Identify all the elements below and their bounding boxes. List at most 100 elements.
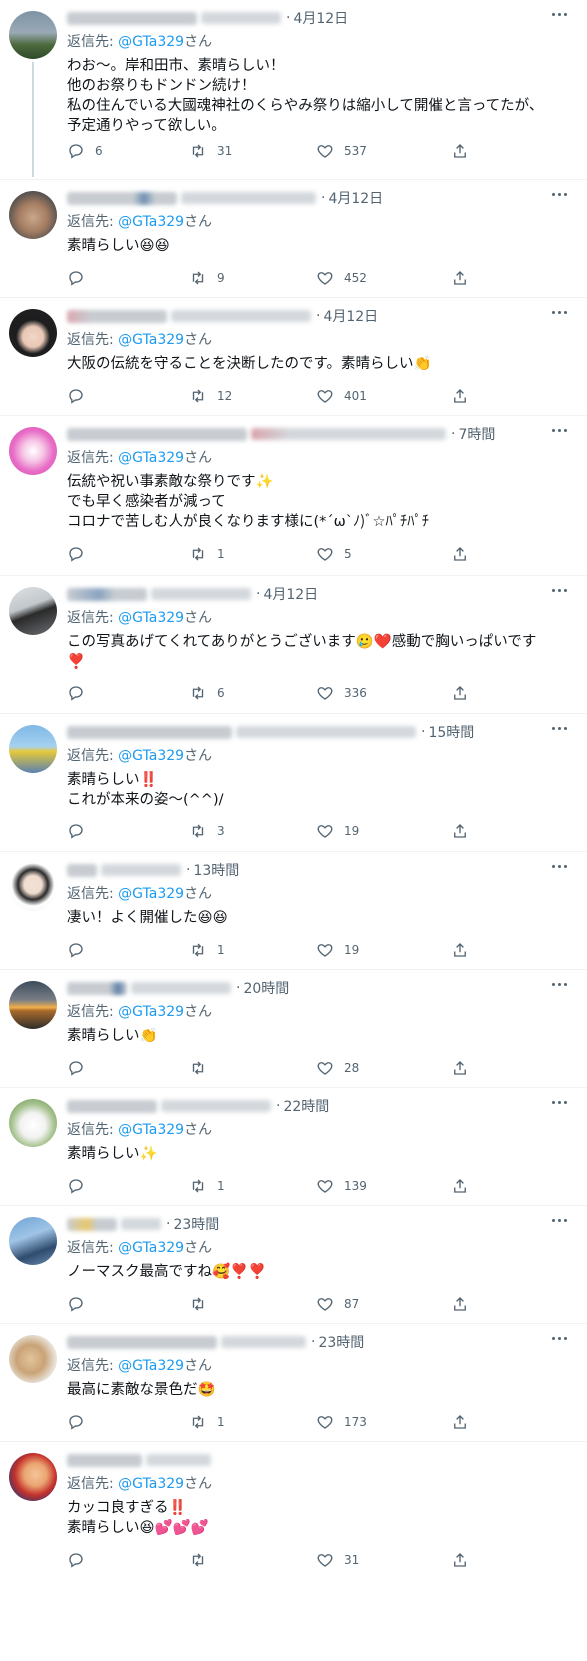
- share-button[interactable]: [451, 821, 479, 841]
- reply-button[interactable]: [67, 940, 95, 960]
- share-button[interactable]: [451, 544, 479, 564]
- user-handle[interactable]: [251, 428, 446, 440]
- mention-link[interactable]: @GTa329: [118, 610, 184, 626]
- like-button[interactable]: 537: [316, 141, 367, 161]
- more-icon[interactable]: [549, 1212, 569, 1228]
- tweet-time[interactable]: 4月12日: [328, 188, 383, 208]
- retweet-button[interactable]: 1: [189, 1412, 225, 1432]
- more-icon[interactable]: [549, 186, 569, 202]
- mention-link[interactable]: @GTa329: [118, 886, 184, 902]
- share-button[interactable]: [451, 1294, 479, 1314]
- like-button[interactable]: 31: [316, 1550, 359, 1570]
- reply-button[interactable]: [67, 1058, 95, 1078]
- user-handle[interactable]: [146, 1454, 211, 1466]
- more-icon[interactable]: [549, 858, 569, 874]
- share-button[interactable]: [451, 386, 479, 406]
- like-button[interactable]: 173: [316, 1412, 367, 1432]
- avatar[interactable]: [9, 863, 57, 911]
- display-name[interactable]: [67, 1099, 157, 1113]
- tweet-time[interactable]: 4月12日: [323, 306, 378, 326]
- display-name[interactable]: [67, 1335, 217, 1349]
- mention-link[interactable]: @GTa329: [118, 1240, 184, 1256]
- more-icon[interactable]: [549, 422, 569, 438]
- tweet[interactable]: · 4月12日 返信先: @GTa329さん 素晴らしい😆😆 9 452: [0, 180, 587, 298]
- avatar[interactable]: [9, 587, 57, 635]
- avatar[interactable]: [9, 309, 57, 357]
- reply-button[interactable]: [67, 1294, 95, 1314]
- avatar[interactable]: [9, 981, 57, 1029]
- retweet-button[interactable]: [189, 1058, 217, 1078]
- avatar[interactable]: [9, 11, 57, 59]
- share-button[interactable]: [451, 1176, 479, 1196]
- more-icon[interactable]: [549, 582, 569, 598]
- tweet-time[interactable]: 23時間: [173, 1214, 219, 1234]
- tweet[interactable]: 返信先: @GTa329さん カッコ良すぎる‼️ 素晴らしい😆💕💕💕 31: [0, 1442, 587, 1583]
- tweet-time[interactable]: 23時間: [318, 1332, 364, 1352]
- more-icon[interactable]: [549, 1330, 569, 1346]
- reply-button[interactable]: [67, 544, 95, 564]
- like-button[interactable]: 19: [316, 821, 359, 841]
- tweet[interactable]: · 4月12日 返信先: @GTa329さん 大阪の伝統を守ることを決断したので…: [0, 298, 587, 416]
- reply-button[interactable]: [67, 1550, 95, 1570]
- mention-link[interactable]: @GTa329: [118, 1122, 184, 1138]
- mention-link[interactable]: @GTa329: [118, 332, 184, 348]
- user-handle[interactable]: [161, 1100, 271, 1112]
- like-button[interactable]: 19: [316, 940, 359, 960]
- retweet-button[interactable]: [189, 1550, 217, 1570]
- mention-link[interactable]: @GTa329: [118, 748, 184, 764]
- display-name[interactable]: [67, 1217, 117, 1231]
- reply-button[interactable]: 6: [67, 141, 103, 161]
- mention-link[interactable]: @GTa329: [118, 450, 184, 466]
- display-name[interactable]: [67, 863, 97, 877]
- display-name[interactable]: [67, 1453, 142, 1467]
- more-icon[interactable]: [549, 1094, 569, 1110]
- retweet-button[interactable]: 12: [189, 386, 232, 406]
- tweet[interactable]: · 15時間 返信先: @GTa329さん 素晴らしい‼️ これが本来の姿～(^…: [0, 714, 587, 852]
- like-button[interactable]: 401: [316, 386, 367, 406]
- avatar[interactable]: [9, 1217, 57, 1265]
- display-name[interactable]: [67, 309, 167, 323]
- tweet-time[interactable]: 22時間: [283, 1096, 329, 1116]
- share-button[interactable]: [451, 683, 479, 703]
- avatar[interactable]: [9, 1335, 57, 1383]
- display-name[interactable]: [67, 11, 197, 25]
- tweet-time[interactable]: 4月12日: [293, 8, 348, 28]
- retweet-button[interactable]: 1: [189, 1176, 225, 1196]
- mention-link[interactable]: @GTa329: [118, 34, 184, 50]
- display-name[interactable]: [67, 587, 147, 601]
- avatar[interactable]: [9, 1099, 57, 1147]
- more-icon[interactable]: [549, 720, 569, 736]
- retweet-button[interactable]: 6: [189, 683, 225, 703]
- user-handle[interactable]: [171, 310, 311, 322]
- mention-link[interactable]: @GTa329: [118, 214, 184, 230]
- tweet-time[interactable]: 15時間: [428, 722, 474, 742]
- tweet[interactable]: · 23時間 返信先: @GTa329さん 最高に素敵な景色だ🤩 1 173: [0, 1324, 587, 1442]
- reply-button[interactable]: [67, 683, 95, 703]
- retweet-button[interactable]: [189, 1294, 217, 1314]
- user-handle[interactable]: [221, 1336, 306, 1348]
- user-handle[interactable]: [121, 1218, 161, 1230]
- more-icon[interactable]: [549, 976, 569, 992]
- tweet-time[interactable]: 4月12日: [263, 584, 318, 604]
- tweet[interactable]: · 4月12日 返信先: @GTa329さん わお～。岸和田市、素晴らしい！ 他…: [0, 0, 587, 180]
- tweet-time[interactable]: 13時間: [193, 860, 239, 880]
- reply-button[interactable]: [67, 1412, 95, 1432]
- retweet-button[interactable]: 3: [189, 821, 225, 841]
- share-button[interactable]: [451, 141, 479, 161]
- tweet[interactable]: · 20時間 返信先: @GTa329さん 素晴らしい👏 28: [0, 970, 587, 1088]
- display-name[interactable]: [67, 191, 177, 205]
- retweet-button[interactable]: 9: [189, 268, 225, 288]
- avatar[interactable]: [9, 725, 57, 773]
- user-handle[interactable]: [236, 726, 416, 738]
- tweet-time[interactable]: 20時間: [243, 978, 289, 998]
- mention-link[interactable]: @GTa329: [118, 1358, 184, 1374]
- display-name[interactable]: [67, 427, 247, 441]
- reply-button[interactable]: [67, 1176, 95, 1196]
- more-icon[interactable]: [549, 304, 569, 320]
- like-button[interactable]: 452: [316, 268, 367, 288]
- tweet[interactable]: · 7時間 返信先: @GTa329さん 伝統や祝い事素敵な祭りです✨ でも早く…: [0, 416, 587, 576]
- reply-button[interactable]: [67, 821, 95, 841]
- share-button[interactable]: [451, 1412, 479, 1432]
- like-button[interactable]: 139: [316, 1176, 367, 1196]
- mention-link[interactable]: @GTa329: [118, 1476, 184, 1492]
